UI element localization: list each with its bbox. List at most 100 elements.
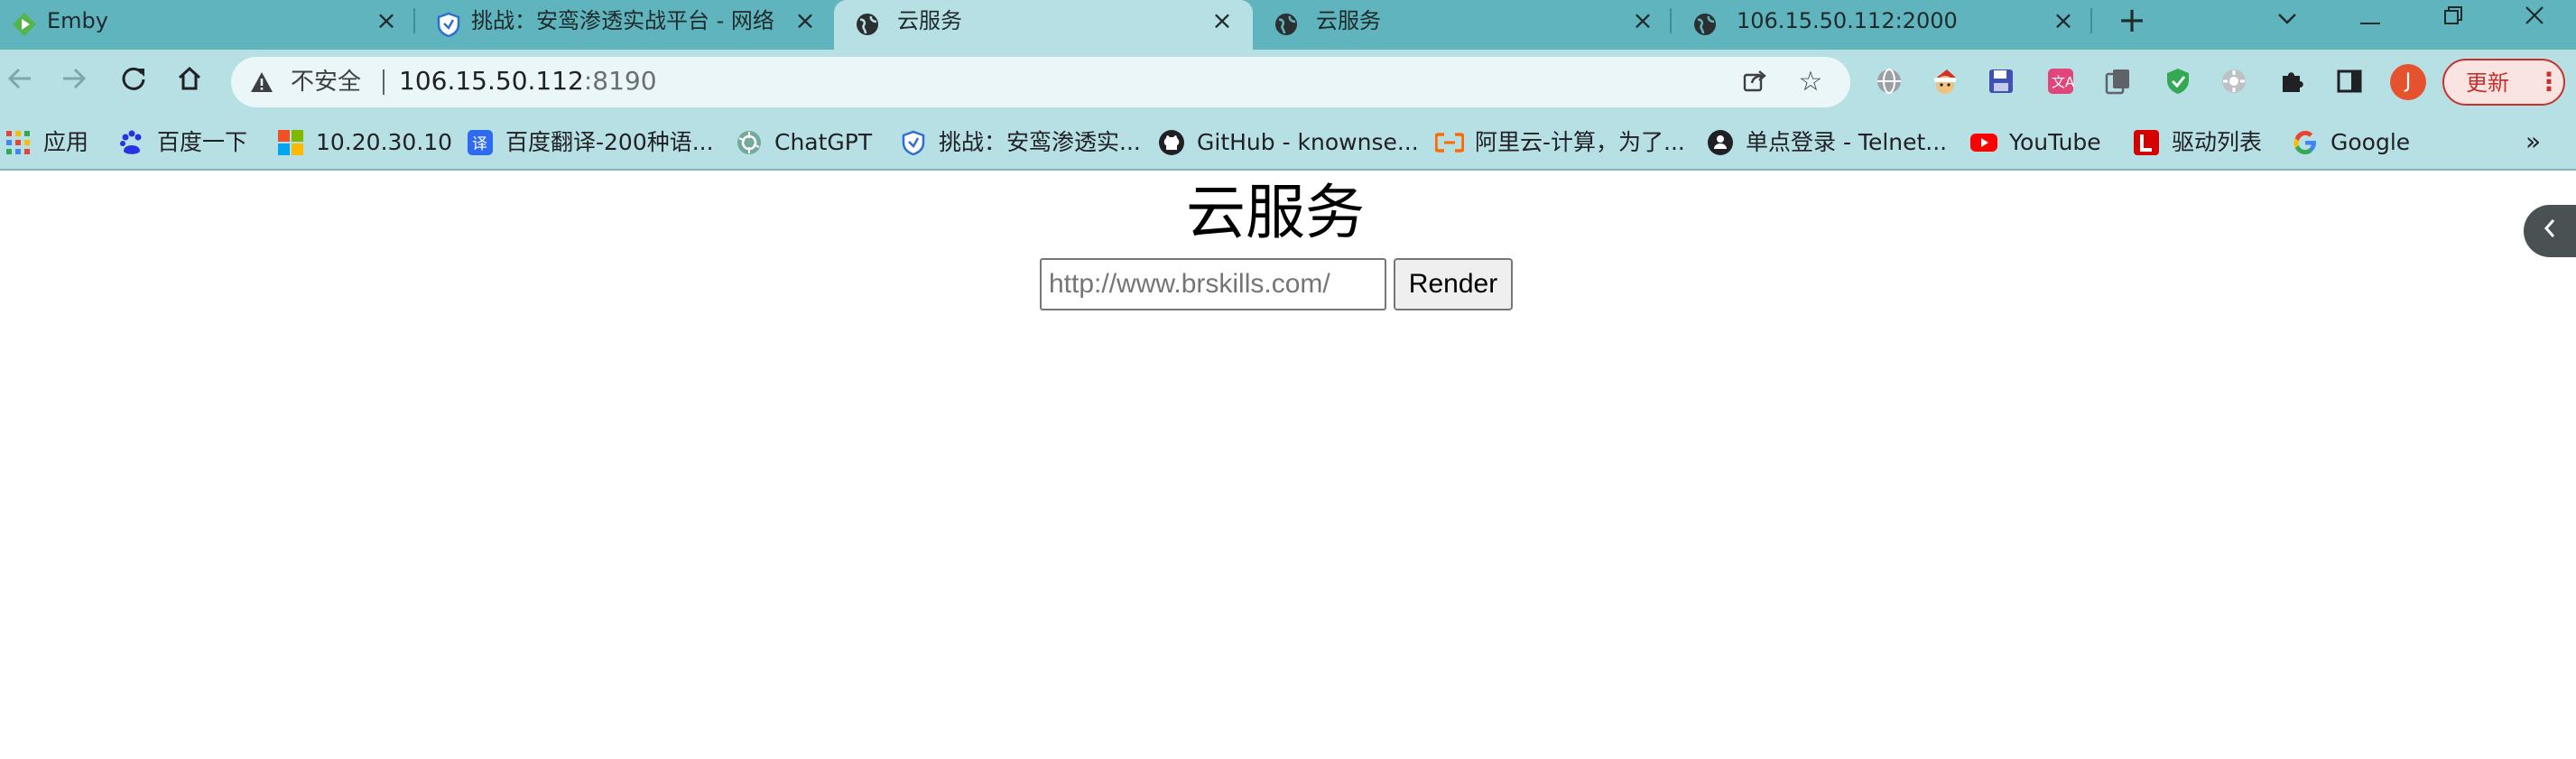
save-disk-icon[interactable] <box>1984 64 2018 98</box>
gear-extension-icon[interactable] <box>2217 64 2251 98</box>
bookmarks-bar: 应用 百度一下 10.20.30.10 译 百度翻译-200种语... Chat… <box>0 115 2576 171</box>
update-button-label: 更新 <box>2466 70 2509 96</box>
globe-icon <box>1691 11 1719 38</box>
tab-emby[interactable]: Emby × <box>0 0 413 50</box>
page-title: 云服务 <box>1186 178 1365 247</box>
new-tab-icon[interactable]: + <box>2116 3 2148 37</box>
bookmark-label: 百度一下 <box>157 129 248 155</box>
globe-icon <box>1273 11 1300 38</box>
bookmark-label: 挑战：安鸾渗透实... <box>939 129 1141 155</box>
bookmark-label: 10.20.30.10 <box>316 129 453 155</box>
svg-text:译: 译 <box>472 135 487 153</box>
bookmark-10-20-30-10[interactable]: 10.20.30.10 <box>276 126 452 159</box>
back-arrow-icon[interactable] <box>0 62 40 102</box>
svg-text:文A: 文A <box>2052 74 2075 90</box>
close-tab-icon[interactable]: × <box>2051 8 2076 33</box>
warning-triangle-icon[interactable] <box>249 69 274 95</box>
google-icon <box>2291 128 2320 157</box>
close-tab-icon[interactable]: × <box>792 8 818 33</box>
tab-divider <box>413 8 415 33</box>
side-panel-collapse-chevron-icon[interactable] <box>2524 205 2576 257</box>
l-icon <box>2132 128 2161 157</box>
close-tab-icon[interactable]: × <box>1630 8 1655 33</box>
close-tab-icon[interactable]: × <box>1209 8 1235 33</box>
shield-check-extension-icon[interactable] <box>2161 64 2195 98</box>
shield-icon <box>435 11 462 38</box>
close-tab-icon[interactable]: × <box>374 8 399 33</box>
tab-strip: Emby × 挑战：安鸾渗透实战平台 - 网络 × 云服务 × 云服务 × 10… <box>0 0 2576 50</box>
bookmark-label: YouTube <box>2009 129 2101 155</box>
close-window-icon[interactable] <box>2518 2 2551 34</box>
forward-arrow-icon[interactable] <box>54 62 94 102</box>
telnet-icon <box>1706 128 1735 157</box>
bookmark-github[interactable]: GitHub - knownse... <box>1157 126 1419 159</box>
globe-extension-icon[interactable] <box>1872 64 1906 98</box>
globe-icon <box>854 11 881 38</box>
bookmark-google[interactable]: Google <box>2291 126 2410 159</box>
profile-avatar[interactable]: J <box>2390 64 2426 100</box>
tab-search-chevron-icon[interactable] <box>2271 2 2303 34</box>
tab-title: 106.15.50.112:2000 <box>1737 8 1958 33</box>
share-icon[interactable] <box>1740 68 1769 97</box>
apps-grid-icon <box>4 128 32 157</box>
page-content: 云服务 Render <box>0 172 2576 759</box>
browser-toolbar: 不安全 106.15.50.112:8190 ☆ 文A J 更新 ⋮ <box>0 50 2576 115</box>
baidu-icon <box>117 128 146 157</box>
aliyun-icon <box>1435 128 1464 157</box>
bookmark-youtube[interactable]: YouTube <box>1969 126 2101 159</box>
bookmark-baidu[interactable]: 百度一下 <box>117 126 247 159</box>
chatgpt-icon <box>735 128 764 157</box>
address-bar[interactable]: 不安全 106.15.50.112:8190 ☆ <box>231 57 1850 107</box>
bookmark-label: 阿里云-计算，为了... <box>1475 129 1685 155</box>
santa-extension-icon[interactable] <box>1928 64 1962 98</box>
github-icon <box>1157 128 1186 157</box>
tab-title: 云服务 <box>897 8 962 33</box>
url-input[interactable] <box>1040 258 1386 310</box>
bookmark-anluan[interactable]: 挑战：安鸾渗透实... <box>899 126 1141 159</box>
bookmark-label: 单点登录 - Telnet... <box>1746 129 1948 155</box>
restore-icon[interactable] <box>2437 2 2469 34</box>
puzzle-extensions-icon[interactable] <box>2275 64 2309 98</box>
tab-divider <box>2090 8 2092 33</box>
bookmark-aliyun[interactable]: 阿里云-计算，为了... <box>1435 126 1685 159</box>
bookmark-label: 驱动列表 <box>2172 129 2263 155</box>
translate-extension-icon[interactable]: 文A <box>2043 64 2078 98</box>
copy-pages-icon[interactable] <box>2101 64 2136 98</box>
tab-title: Emby <box>47 8 108 33</box>
minimize-icon[interactable] <box>2354 2 2386 34</box>
bookmarks-overflow-chevron[interactable]: » <box>2525 125 2541 158</box>
update-button[interactable]: 更新 ⋮ <box>2442 59 2565 106</box>
omnibox-divider <box>383 69 385 95</box>
tab-yunfuwu-active[interactable]: 云服务 × <box>834 0 1253 50</box>
tab-yunfuwu[interactable]: 云服务 × <box>1253 0 1670 50</box>
bookmark-label: ChatGPT <box>774 129 873 155</box>
bookmark-chatgpt[interactable]: ChatGPT <box>735 126 872 159</box>
tab-anluan[interactable]: 挑战：安鸾渗透实战平台 - 网络 × <box>424 0 834 50</box>
bookmark-label: 百度翻译-200种语... <box>505 129 714 155</box>
security-status-label[interactable]: 不安全 <box>291 68 361 97</box>
url-text[interactable]: 106.15.50.112:8190 <box>399 66 657 97</box>
home-icon[interactable] <box>170 62 209 102</box>
tab-title: 挑战：安鸾渗透实战平台 - 网络 <box>471 8 774 33</box>
emby-icon <box>11 11 38 38</box>
bookmark-label: Google <box>2330 129 2411 155</box>
windows-icon <box>276 128 305 157</box>
tab-divider <box>1670 8 1672 33</box>
bookmark-star-icon[interactable]: ☆ <box>1796 68 1825 97</box>
render-button[interactable]: Render <box>1394 258 1513 310</box>
bookmark-apps[interactable]: 应用 <box>4 126 88 159</box>
bookmark-telnet-sso[interactable]: 单点登录 - Telnet... <box>1706 126 1947 159</box>
bookmark-driver-list[interactable]: 驱动列表 <box>2132 126 2262 159</box>
tab-2000[interactable]: 106.15.50.112:2000 × <box>1681 0 2094 50</box>
bookmark-label: 应用 <box>43 129 89 155</box>
tab-title: 云服务 <box>1316 8 1381 33</box>
youtube-icon <box>1969 128 1998 157</box>
url-port: :8190 <box>583 66 657 96</box>
side-panel-icon[interactable] <box>2332 64 2367 98</box>
bookmark-baidu-translate[interactable]: 译 百度翻译-200种语... <box>466 126 714 159</box>
menu-dots-icon: ⋮ <box>2536 67 2562 97</box>
reload-icon[interactable] <box>114 62 153 102</box>
shield-icon <box>899 128 928 157</box>
translate-icon: 译 <box>466 128 495 157</box>
bookmark-label: GitHub - knownse... <box>1197 129 1419 155</box>
